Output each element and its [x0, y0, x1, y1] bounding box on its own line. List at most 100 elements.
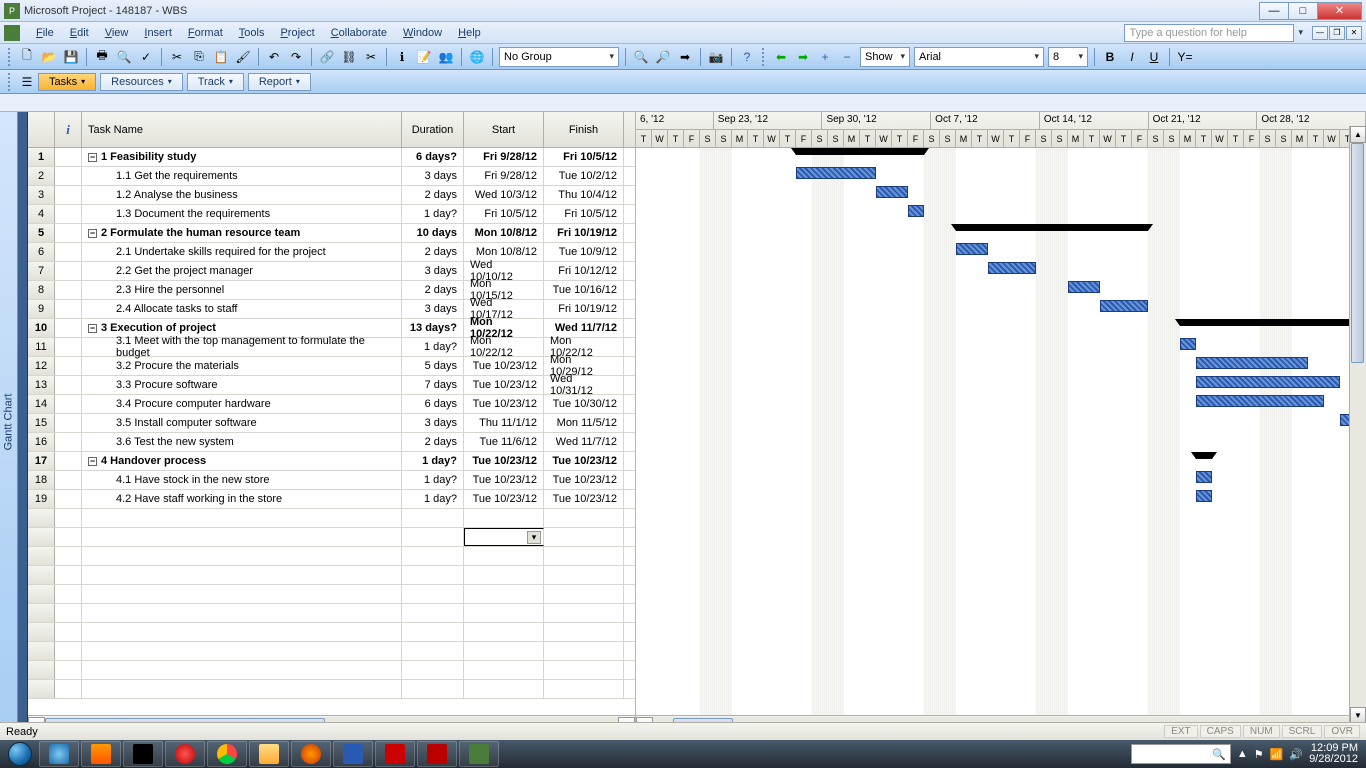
- gantt-summary-bar[interactable]: [956, 224, 1148, 231]
- column-header-duration[interactable]: Duration: [402, 112, 464, 147]
- select-all-cell[interactable]: [28, 112, 55, 147]
- tray-network-icon[interactable]: 📶: [1270, 748, 1284, 761]
- taskbar-app1[interactable]: [123, 741, 163, 767]
- menu-tools[interactable]: Tools: [231, 25, 273, 41]
- scroll-up-button[interactable]: ▲: [1350, 126, 1366, 143]
- italic-button[interactable]: I: [1122, 47, 1142, 67]
- task-finish-cell[interactable]: Tue 10/2/12: [544, 167, 624, 185]
- unlink-button[interactable]: ⛓: [339, 47, 359, 67]
- task-name-cell[interactable]: 4.2 Have staff working in the store: [82, 490, 402, 508]
- task-name-cell[interactable]: [82, 585, 402, 603]
- gantt-summary-bar[interactable]: [796, 148, 924, 155]
- info-cell[interactable]: [55, 471, 82, 489]
- row-header[interactable]: 6: [28, 243, 55, 261]
- row-header[interactable]: 7: [28, 262, 55, 280]
- task-finish-cell[interactable]: [544, 566, 624, 584]
- vertical-scrollbar[interactable]: ▲ ▼: [1349, 126, 1366, 724]
- menu-insert[interactable]: Insert: [136, 25, 180, 41]
- gantt-task-bar[interactable]: [1196, 471, 1212, 483]
- task-finish-cell[interactable]: [544, 661, 624, 679]
- info-cell[interactable]: [55, 300, 82, 318]
- taskbar-app2[interactable]: [375, 741, 415, 767]
- info-cell[interactable]: [55, 262, 82, 280]
- info-cell[interactable]: [55, 585, 82, 603]
- row-header[interactable]: 1: [28, 148, 55, 166]
- task-name-cell[interactable]: 3.4 Procure computer hardware: [82, 395, 402, 413]
- gantt-task-bar[interactable]: [1196, 490, 1212, 502]
- task-name-cell[interactable]: [82, 623, 402, 641]
- info-cell[interactable]: [55, 528, 82, 546]
- filter-button[interactable]: Y=: [1175, 47, 1195, 67]
- task-start-cell[interactable]: [464, 604, 544, 622]
- row-header[interactable]: 11: [28, 338, 55, 356]
- taskbar-opera[interactable]: [165, 741, 205, 767]
- info-cell[interactable]: [55, 452, 82, 470]
- menu-project[interactable]: Project: [272, 25, 322, 41]
- task-name-cell[interactable]: [82, 642, 402, 660]
- row-header[interactable]: [28, 604, 55, 622]
- maximize-button[interactable]: □: [1288, 2, 1318, 20]
- toolbar-grip-2[interactable]: [762, 48, 766, 66]
- task-finish-cell[interactable]: [544, 642, 624, 660]
- task-start-cell[interactable]: [464, 680, 544, 698]
- copy-button[interactable]: ⎘: [189, 47, 209, 67]
- taskbar-ie[interactable]: [39, 741, 79, 767]
- gantt-task-bar[interactable]: [1196, 357, 1308, 369]
- task-duration-cell[interactable]: 7 days: [402, 376, 464, 394]
- task-row-empty[interactable]: [28, 623, 635, 642]
- task-start-cell[interactable]: Tue 10/23/12: [464, 395, 544, 413]
- info-cell[interactable]: [55, 243, 82, 261]
- task-name-cell[interactable]: 2.2 Get the project manager: [82, 262, 402, 280]
- task-row-empty[interactable]: [28, 661, 635, 680]
- row-header[interactable]: [28, 509, 55, 527]
- spelling-button[interactable]: ✓: [136, 47, 156, 67]
- inner-restore-button[interactable]: ❐: [1329, 26, 1345, 40]
- tray-search-input[interactable]: 🔍: [1131, 744, 1231, 764]
- row-header[interactable]: 12: [28, 357, 55, 375]
- underline-button[interactable]: U: [1144, 47, 1164, 67]
- task-name-cell[interactable]: [82, 509, 402, 527]
- system-tray[interactable]: 🔍 ▲ ⚑ 📶 🔊 12:09 PM 9/28/2012: [1125, 743, 1364, 765]
- menu-help[interactable]: Help: [450, 25, 489, 41]
- show-subtasks-button[interactable]: +: [815, 47, 835, 67]
- task-finish-cell[interactable]: Mon 11/5/12: [544, 414, 624, 432]
- info-cell[interactable]: [55, 433, 82, 451]
- menu-edit[interactable]: Edit: [62, 25, 97, 41]
- info-cell[interactable]: [55, 186, 82, 204]
- task-duration-cell[interactable]: 6 days?: [402, 148, 464, 166]
- row-header[interactable]: 13: [28, 376, 55, 394]
- cut-button[interactable]: ✂: [167, 47, 187, 67]
- help-button[interactable]: ?: [737, 47, 757, 67]
- info-cell[interactable]: [55, 357, 82, 375]
- column-header-name[interactable]: Task Name: [82, 112, 402, 147]
- task-finish-cell[interactable]: Fri 10/19/12: [544, 224, 624, 242]
- indent-button[interactable]: ➡: [793, 47, 813, 67]
- task-duration-cell[interactable]: 2 days: [402, 281, 464, 299]
- task-duration-cell[interactable]: 3 days: [402, 300, 464, 318]
- print-preview-button[interactable]: 🔍: [114, 47, 134, 67]
- open-button[interactable]: 📂: [39, 47, 59, 67]
- task-start-cell[interactable]: Wed 10/3/12: [464, 186, 544, 204]
- task-duration-cell[interactable]: 1 day?: [402, 205, 464, 223]
- task-duration-cell[interactable]: 1 day?: [402, 338, 464, 356]
- task-row[interactable]: 113.1 Meet with the top management to fo…: [28, 338, 635, 357]
- info-cell[interactable]: [55, 547, 82, 565]
- task-row[interactable]: 17−4 Handover process1 day?Tue 10/23/12T…: [28, 452, 635, 471]
- taskbar-chrome[interactable]: [207, 741, 247, 767]
- row-header[interactable]: 10: [28, 319, 55, 337]
- row-header[interactable]: 9: [28, 300, 55, 318]
- publish-button[interactable]: 🌐: [467, 47, 487, 67]
- font-name-select[interactable]: Arial: [914, 47, 1044, 67]
- task-duration-cell[interactable]: 13 days?: [402, 319, 464, 337]
- task-finish-cell[interactable]: Thu 10/4/12: [544, 186, 624, 204]
- info-button[interactable]: ℹ: [392, 47, 412, 67]
- hide-subtasks-button[interactable]: −: [837, 47, 857, 67]
- gantt-task-bar[interactable]: [908, 205, 924, 217]
- task-start-cell[interactable]: Tue 10/23/12: [464, 376, 544, 394]
- show-select[interactable]: Show: [860, 47, 910, 67]
- task-finish-cell[interactable]: [544, 509, 624, 527]
- task-start-cell[interactable]: [464, 661, 544, 679]
- task-name-cell[interactable]: [82, 661, 402, 679]
- task-start-cell[interactable]: [464, 642, 544, 660]
- task-start-cell[interactable]: Tue 10/23/12: [464, 357, 544, 375]
